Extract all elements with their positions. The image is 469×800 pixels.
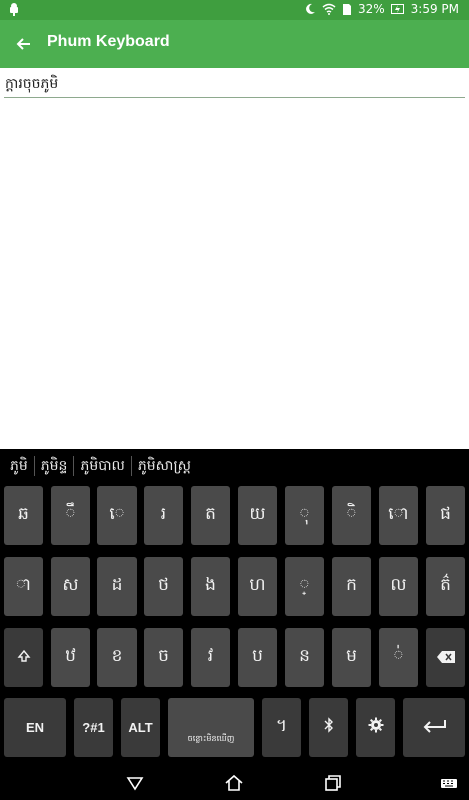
suggestion-item[interactable]: ភូមិសាស្ត្រ xyxy=(130,455,197,476)
key[interactable]: ស xyxy=(51,557,90,616)
space-key[interactable]: ចន្លោះមិនឃើញ xyxy=(168,698,254,757)
key[interactable]: ម xyxy=(332,628,371,687)
settings-key[interactable] xyxy=(356,698,395,757)
key[interactable]: ឋ xyxy=(51,628,90,687)
sim-icon xyxy=(342,3,352,16)
arrow-left-icon[interactable] xyxy=(14,34,34,54)
navigation-bar xyxy=(0,765,469,800)
key[interactable]: ខ xyxy=(97,628,137,687)
key[interactable]: ោ xyxy=(379,486,418,545)
key[interactable]: យ xyxy=(238,486,277,545)
key[interactable]: ់ xyxy=(379,628,418,687)
recents-icon[interactable] xyxy=(323,773,343,793)
key[interactable]: ក xyxy=(332,557,371,616)
app-bar: Phum Keyboard xyxy=(0,20,469,68)
shift-key[interactable] xyxy=(4,628,43,687)
keyboard: ភូមិ ភូមិន្ទ ភូមិបាល ភូមិសាស្ត្រ ឆ ឹ េ រ… xyxy=(0,449,469,765)
status-bar: 32% 3:59 PM xyxy=(0,0,469,20)
wifi-icon xyxy=(322,3,336,15)
suggestion-item[interactable]: ភូមិន្ទ xyxy=(33,455,74,476)
back-triangle-icon[interactable] xyxy=(125,773,145,793)
enter-icon xyxy=(421,718,447,738)
key[interactable]: ប xyxy=(238,628,277,687)
key[interactable]: ច xyxy=(144,628,183,687)
android-icon xyxy=(8,2,20,16)
key[interactable]: ង xyxy=(191,557,230,616)
shift-icon xyxy=(17,648,31,668)
key[interactable]: ុ xyxy=(285,486,324,545)
key[interactable]: វ xyxy=(191,628,230,687)
backspace-icon xyxy=(436,648,455,668)
key[interactable]: ន xyxy=(285,628,324,687)
key[interactable]: ឆ xyxy=(4,486,43,545)
symbols-key[interactable]: ?#1 xyxy=(74,698,113,757)
key[interactable]: ិ xyxy=(332,486,371,545)
enter-key[interactable] xyxy=(403,698,465,757)
key[interactable]: ហ xyxy=(238,557,277,616)
key[interactable]: រ xyxy=(144,486,183,545)
bluetooth-key[interactable] xyxy=(309,698,348,757)
clock: 3:59 PM xyxy=(410,2,459,16)
key[interactable]: ថ xyxy=(144,557,183,616)
backspace-key[interactable] xyxy=(426,628,465,687)
key[interactable]: ដ xyxy=(97,557,137,616)
key[interactable]: ត៌ xyxy=(426,557,465,616)
language-key[interactable]: EN xyxy=(4,698,66,757)
space-label: ចន្លោះមិនឃើញ xyxy=(187,734,235,743)
text-input[interactable]: ក្តារចុចភូមិ xyxy=(4,76,465,98)
keyboard-icon[interactable] xyxy=(440,773,458,793)
suggestion-item[interactable]: ភូមិបាល xyxy=(73,455,130,476)
khan-key[interactable]: ។ xyxy=(262,698,301,757)
key[interactable]: ា xyxy=(4,557,43,616)
editor-area: ក្តារចុចភូមិ xyxy=(0,68,469,449)
home-icon[interactable] xyxy=(224,773,244,793)
key[interactable]: េ xyxy=(97,486,137,545)
battery-percent: 32% xyxy=(357,2,385,16)
key[interactable]: ឹ xyxy=(51,486,90,545)
alt-key[interactable]: ALT xyxy=(121,698,160,757)
page-title: Phum Keyboard xyxy=(47,33,170,50)
key[interactable]: ត xyxy=(191,486,230,545)
battery-charging-icon xyxy=(390,3,405,15)
moon-icon xyxy=(304,3,316,15)
gear-icon xyxy=(368,717,384,738)
suggestion-bar: ភូមិ ភូមិន្ទ ភូមិបាល ភូមិសាស្ត្រ xyxy=(0,449,469,482)
key[interactable]: ផ xyxy=(426,486,465,545)
bluetooth-icon xyxy=(324,717,334,738)
key[interactable]: ល xyxy=(379,557,418,616)
key[interactable]: ្ xyxy=(285,557,324,616)
suggestion-item[interactable]: ភូមិ xyxy=(4,456,34,476)
